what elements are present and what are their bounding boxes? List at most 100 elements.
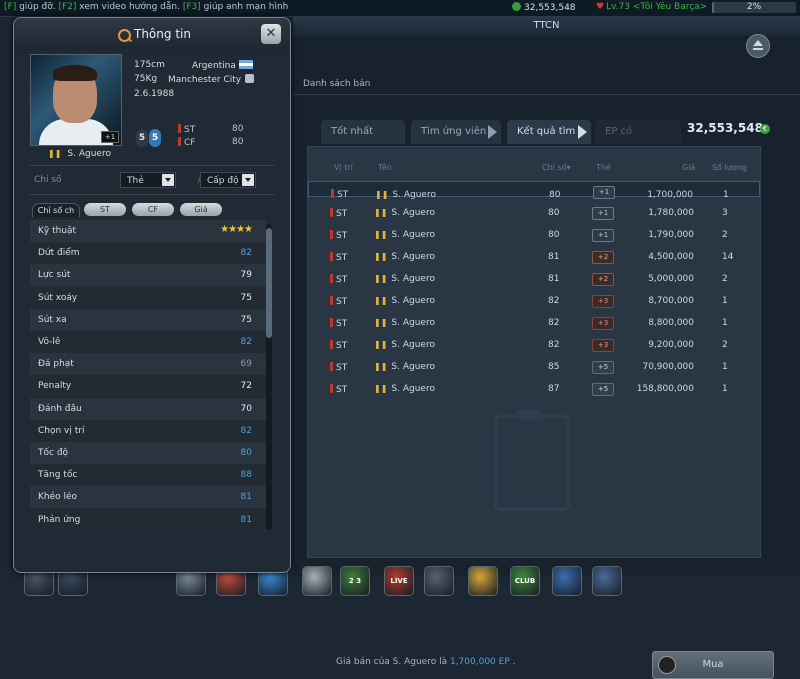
col-card[interactable]: Thẻ: [596, 163, 611, 172]
row-ovr: 82: [548, 340, 560, 350]
attribute-row: Lực sút 79: [30, 264, 266, 287]
col-price[interactable]: Giá: [682, 163, 695, 172]
live-icon[interactable]: LIVE: [384, 566, 414, 596]
row-name-text: S. Aguero: [391, 340, 435, 350]
col-position[interactable]: Vị trí: [334, 163, 353, 172]
tab-best-week[interactable]: Tốt nhất tuần★: [321, 120, 405, 161]
notepad-icon[interactable]: [424, 566, 454, 596]
row-pos-text: ST: [336, 319, 348, 329]
attribute-value: 75: [240, 292, 252, 303]
scrollbar-thumb[interactable]: [266, 228, 272, 338]
rating-badge-a: 5: [136, 129, 148, 147]
row-name-text: S. Aguero: [391, 318, 435, 328]
info-title: Thông tin: [134, 27, 191, 41]
sale-price-prefix: Giá bán của S. Aguero là: [336, 657, 450, 667]
player-name-text: S. Aguero: [67, 149, 111, 159]
eject-icon[interactable]: [746, 34, 770, 58]
row-ovr: 80: [548, 208, 560, 218]
pos-color-bar: [330, 318, 333, 327]
attribute-list[interactable]: Kỹ thuật ★★★★ Dứt điểm 82 Lực sút 79 Sút xoáy 7…: [30, 220, 282, 530]
chemistry-icon: ❚❚: [374, 208, 388, 217]
table-row[interactable]: ST ❚❚ S. Aguero 80 +1 1,700,000 1: [308, 181, 760, 200]
row-qty: 2: [722, 340, 728, 350]
col-qty[interactable]: Số lượng: [712, 163, 747, 172]
pos-color-bar: [330, 340, 333, 349]
tab-find-candidate[interactable]: Tìm ứng viên: [411, 120, 501, 144]
chemistry-icon: ❚❚: [374, 340, 388, 349]
level-display[interactable]: ♥ Lv.73 <Tôi Yêu Barça>: [596, 2, 707, 12]
table-row[interactable]: ST ❚❚ S. Aguero 82 +3 8,800,000 1: [308, 313, 760, 333]
card-level-badge: +1: [101, 131, 119, 143]
search-icon: [118, 29, 131, 42]
sale-price-value: 1,700,000 EP: [449, 657, 510, 667]
close-button[interactable]: ✕: [261, 24, 281, 44]
table-row[interactable]: ST ❚❚ S. Aguero 82 +3 9,200,000 2: [308, 335, 760, 355]
buy-button[interactable]: Mua: [652, 651, 774, 679]
row-ovr: 80: [548, 230, 560, 240]
row-position: ST: [331, 187, 348, 203]
pos-color-bar: [330, 384, 333, 393]
scrollbar[interactable]: [266, 224, 272, 530]
tab-ep[interactable]: EP có: [595, 120, 681, 144]
card-select[interactable]: Thẻ: [120, 172, 176, 188]
table-row[interactable]: ST ❚❚ S. Aguero 82 +3 8,700,000 1: [308, 291, 760, 311]
chemistry-icon: ❚❚: [375, 190, 389, 199]
attribute-name: Đá phạt: [38, 359, 74, 370]
pos-color-bar: [330, 274, 333, 283]
col-ovr-label: Chỉ số: [542, 163, 567, 172]
tab-st[interactable]: ST: [84, 203, 126, 216]
tab-search-results[interactable]: Kết quả tìm: [507, 120, 591, 144]
row-ovr: 87: [548, 384, 560, 394]
attribute-row: Chọn vị trí 82: [30, 419, 266, 442]
row-qty: 1: [722, 318, 728, 328]
pos-color-bar: [330, 230, 333, 239]
club-icon[interactable]: CLUB: [510, 566, 540, 596]
attribute-name: Penalty: [38, 381, 72, 392]
heart-icon: ♥: [596, 2, 605, 12]
position-rating: 80: [232, 137, 244, 147]
table-row[interactable]: ST ❚❚ S. Aguero 85 +5 70,900,000 1: [308, 357, 760, 377]
col-name[interactable]: Tên: [378, 163, 392, 172]
attribute-row: Phản ứng 81: [30, 508, 266, 530]
subtab-sell-list[interactable]: Danh sách bán: [303, 79, 370, 89]
attribute-name: Tốc độ: [38, 448, 69, 458]
player-photo: +1: [30, 54, 122, 146]
table-row[interactable]: ST ❚❚ S. Aguero 81 +2 4,500,000 14: [308, 247, 760, 267]
attribute-row: Tốc độ 80: [30, 442, 266, 464]
player-info-window: Thông tin ✕ +1 ❚❚ S. Aguero 175cm 75Kg 2.…: [13, 17, 291, 573]
row-name-text: S. Aguero: [391, 252, 435, 262]
row-card-badge: +5: [592, 361, 614, 374]
col-ovr[interactable]: Chỉ số▾: [542, 163, 571, 172]
shirt-icon[interactable]: [468, 566, 498, 596]
row-qty: 1: [722, 296, 728, 306]
level-select[interactable]: Cấp độ: [200, 172, 256, 188]
chemistry-icon: ❚❚: [374, 384, 388, 393]
attribute-value: 82: [240, 337, 252, 347]
tab-cf[interactable]: CF: [132, 203, 174, 216]
ticker-key-f1: [F]: [4, 2, 17, 12]
tab-price[interactable]: Giá: [180, 203, 222, 216]
table-row[interactable]: ST ❚❚ S. Aguero 80 +1 1,780,000 3: [308, 203, 760, 223]
ranking-icon[interactable]: 2 3: [340, 566, 370, 596]
row-name: ❚❚ S. Aguero: [374, 230, 435, 240]
trophy-icon[interactable]: [302, 566, 332, 596]
chemistry-icon: ❚❚: [374, 362, 388, 371]
row-qty: 1: [722, 384, 728, 394]
table-row[interactable]: ST ❚❚ S. Aguero 80 +1 1,790,000 2: [308, 225, 760, 245]
attribute-value: 88: [240, 470, 252, 481]
row-position: ST: [330, 208, 347, 219]
attribute-value: 81: [240, 514, 252, 525]
attribute-name: Khéo léo: [38, 492, 78, 503]
tab-main-stats[interactable]: Chỉ số ch: [32, 203, 80, 217]
table-row[interactable]: ST ❚❚ S. Aguero 87 +5 158,800,000 1: [308, 379, 760, 399]
cart-icon[interactable]: [592, 566, 622, 596]
table-row[interactable]: ST ❚❚ S. Aguero 81 +2 5,000,000 2: [308, 269, 760, 289]
flag-icon[interactable]: [552, 566, 582, 596]
arrow-icon: [578, 125, 587, 139]
row-price: 9,200,000: [648, 340, 694, 350]
row-card-badge: +5: [592, 383, 614, 396]
row-qty: 1: [723, 190, 729, 200]
tab-label: EP có: [605, 126, 633, 137]
row-card-badge: +3: [592, 295, 614, 308]
attribute-name: Sút xa: [38, 314, 67, 325]
